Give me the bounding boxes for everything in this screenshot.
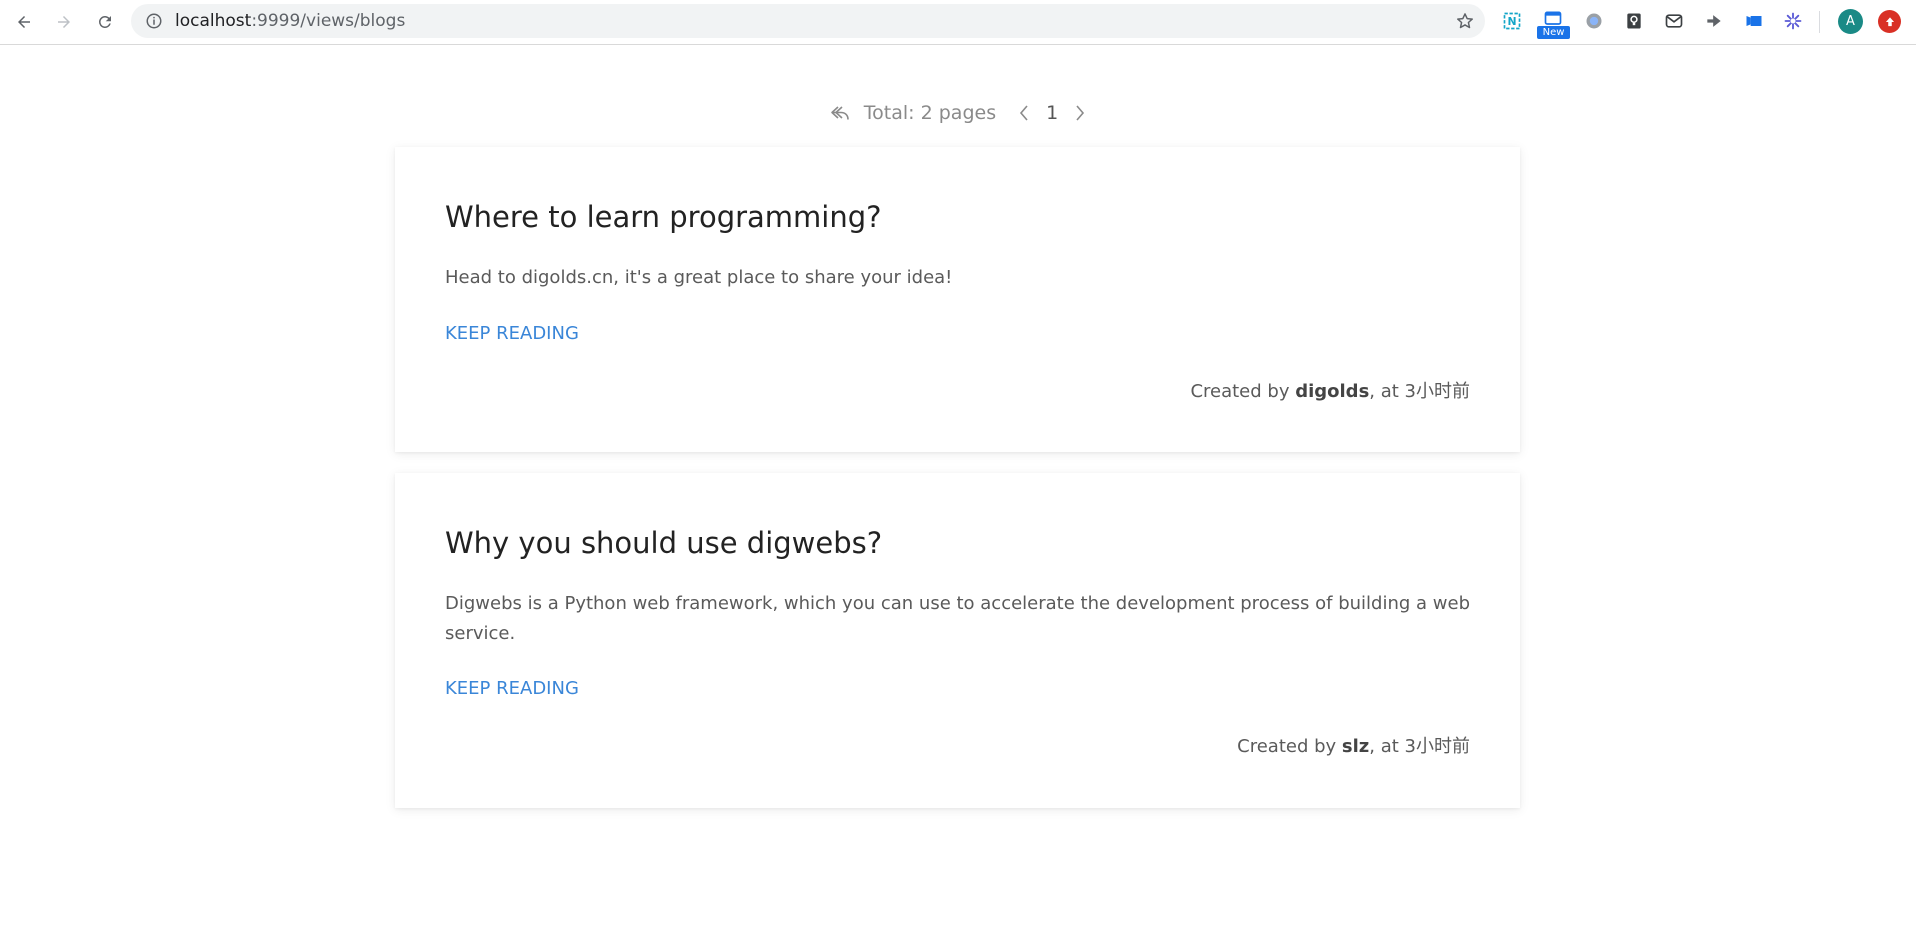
url-host: localhost [175, 11, 252, 31]
reload-button[interactable] [92, 9, 118, 35]
note-icon[interactable]: N [1501, 10, 1523, 32]
post-summary: Digwebs is a Python web framework, which… [445, 593, 1471, 644]
post-author: digolds [1295, 381, 1370, 402]
post-title: Where to learn programming? [445, 200, 882, 234]
circle-extension-icon[interactable] [1583, 10, 1605, 32]
svg-text:N: N [1507, 15, 1516, 28]
reload-icon [98, 15, 111, 28]
asterisk-extension-icon[interactable] [1782, 10, 1804, 32]
reply-back-icon[interactable] [828, 101, 852, 125]
keep-reading-link[interactable]: KEEP READING [445, 678, 579, 699]
blog-post-card: Why you should use digwebs? Digwebs is a… [395, 473, 1520, 808]
post-summary: Head to digolds.cn, it's a great place t… [445, 267, 953, 288]
forward-button[interactable] [51, 9, 77, 35]
meta-suffix: , at 3小时前 [1369, 381, 1470, 402]
meta-prefix: Created by [1190, 381, 1296, 402]
next-page-button[interactable] [1072, 103, 1088, 123]
arrow-extension-icon[interactable] [1703, 10, 1725, 32]
url-path: :9999/views/blogs [251, 11, 406, 31]
profile-avatar[interactable]: A [1838, 9, 1863, 34]
post-author: slz [1341, 736, 1370, 757]
flag-extension-icon[interactable] [1743, 10, 1765, 32]
prev-page-button[interactable] [1016, 103, 1032, 123]
meta-suffix: , at 3小时前 [1369, 736, 1470, 757]
mail-icon[interactable] [1663, 10, 1685, 32]
update-icon[interactable] [1878, 10, 1901, 33]
bookmark-star-icon[interactable] [1455, 11, 1475, 31]
current-page-number[interactable]: 1 [1046, 102, 1058, 124]
browser-toolbar: localhost:9999/views/blogs N New A [0, 0, 1916, 45]
back-button[interactable] [11, 9, 37, 35]
new-badge: New [1537, 26, 1570, 39]
chevron-right-icon [1076, 105, 1085, 121]
address-bar[interactable]: localhost:9999/views/blogs [131, 4, 1485, 38]
url-text[interactable]: localhost:9999/views/blogs [175, 12, 405, 30]
keep-reading-link[interactable]: KEEP READING [445, 323, 579, 344]
post-meta: Created by digolds, at 3小时前 [1190, 377, 1470, 403]
chevron-left-icon [1020, 105, 1028, 121]
post-title: Why you should use digwebs? [445, 526, 883, 560]
meta-prefix: Created by [1237, 736, 1342, 757]
arrow-left-icon [18, 16, 30, 28]
info-icon[interactable] [145, 12, 163, 30]
total-pages-label: Total: 2 pages [863, 102, 997, 124]
blog-post-card: Where to learn programming? Head to digo… [395, 147, 1520, 452]
post-meta: Created by slz, at 3小时前 [1237, 732, 1470, 758]
toolbar-separator [1819, 11, 1820, 33]
arrow-right-icon [58, 16, 70, 28]
pagination: Total: 2 pages 1 [0, 95, 1916, 131]
keep-icon[interactable] [1623, 10, 1645, 32]
